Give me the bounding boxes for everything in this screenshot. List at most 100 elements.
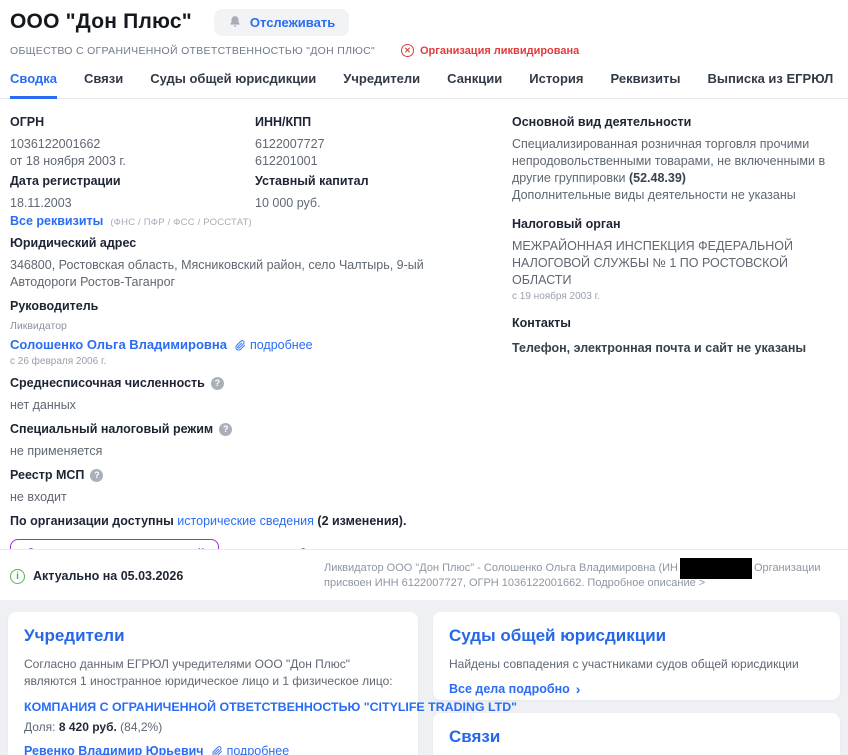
head-role: Ликвидатор — [10, 320, 504, 333]
legal-address-block: Юридический адрес 346800, Ростовская обл… — [10, 235, 504, 291]
tax-regime-label: Специальный налоговый режим — [10, 421, 213, 437]
reg-date-value: 18.11.2003 — [10, 195, 255, 212]
tax-regime-value: не применяется — [10, 443, 504, 460]
general-courts-card-title[interactable]: Суды общей юрисдикции — [449, 626, 824, 646]
tab-connections[interactable]: Связи — [84, 71, 123, 98]
msp-block: Реестр МСП ? не входит — [10, 467, 504, 506]
founders-card-title[interactable]: Учредители — [24, 626, 402, 646]
founder-person-link[interactable]: Ревенко Владимир Юрьевич — [24, 744, 204, 755]
org-full-name: ОБЩЕСТВО С ОГРАНИЧЕННОЙ ОТВЕТСТВЕННОСТЬЮ… — [10, 45, 375, 57]
tab-requisites[interactable]: Реквизиты — [611, 71, 681, 98]
status-badge-label: Организация ликвидирована — [420, 45, 579, 57]
cross-circle-icon: ✕ — [401, 44, 414, 57]
capital-block: Уставный капитал 10 000 руб. — [255, 173, 369, 228]
track-button-label: Отслеживать — [250, 15, 335, 30]
redaction-box — [680, 558, 752, 579]
ogrn-label: ОГРН — [10, 114, 255, 130]
founder-company-share: Доля: 8 420 руб. (84,2%) — [24, 720, 402, 734]
help-icon[interactable]: ? — [219, 423, 232, 436]
tax-regime-block: Специальный налоговый режим ? не применя… — [10, 421, 504, 460]
related-sections: Учредители Согласно данным ЕГРЮЛ учредит… — [0, 600, 848, 755]
legal-address-label: Юридический адрес — [10, 235, 504, 251]
tax-authority-label: Налоговый орган — [512, 216, 846, 232]
history-note: По организации доступны исторические све… — [10, 513, 504, 530]
ogrn-date: от 18 ноября 2003 г. — [10, 153, 255, 170]
share-value: 8 420 руб. — [59, 720, 117, 734]
kpp-value: 612201001 — [255, 153, 325, 170]
headcount-value: нет данных — [10, 397, 504, 414]
inn-kpp-block: ИНН/КПП 6122007727 612201001 — [255, 114, 325, 170]
all-requisites-link[interactable]: Все реквизиты — [10, 214, 103, 228]
tab-bar: Сводка Связи Суды общей юрисдикции Учред… — [0, 71, 848, 99]
help-icon[interactable]: ? — [90, 469, 103, 482]
page-title: ООО "Дон Плюс" — [10, 10, 192, 34]
main-activity-label: Основной вид деятельности — [512, 114, 846, 130]
share-label: Доля: — [24, 720, 56, 734]
tab-sanctions[interactable]: Санкции — [447, 71, 502, 98]
all-cases-label: Все дела подробно — [449, 682, 570, 696]
head-label: Руководитель — [10, 298, 504, 314]
tab-history[interactable]: История — [529, 71, 583, 98]
extra-activities-note: Дополнительные виды деятельности не указ… — [512, 187, 846, 204]
general-courts-card: Суды общей юрисдикции Найдены совпадения… — [433, 612, 840, 700]
tab-summary[interactable]: Сводка — [10, 71, 57, 99]
info-icon: i — [10, 569, 25, 584]
share-percent: (84,2%) — [120, 720, 162, 734]
bell-icon — [228, 15, 242, 29]
head-name-link[interactable]: Солошенко Ольга Владимировна — [10, 336, 227, 354]
history-note-prefix: По организации доступны — [10, 514, 174, 528]
all-cases-link[interactable]: Все дела подробно › — [449, 682, 580, 696]
head-more-link[interactable]: подробнее — [235, 336, 313, 354]
capital-label: Уставный капитал — [255, 173, 369, 189]
tax-authority-value: МЕЖРАЙОННАЯ ИНСПЕКЦИЯ ФЕДЕРАЛЬНОЙ НАЛОГО… — [512, 238, 846, 289]
founder-company-link[interactable]: КОМПАНИЯ С ОГРАНИЧЕННОЙ ОТВЕТСТВЕННОСТЬЮ… — [24, 700, 402, 714]
reg-date-label: Дата регистрации — [10, 173, 255, 189]
contacts-block: Контакты Телефон, электронная почта и са… — [512, 315, 846, 357]
main-activity-block: Основной вид деятельности Специализирова… — [512, 114, 846, 204]
ogrn-value: 1036122001662 — [10, 136, 255, 153]
contacts-label: Контакты — [512, 315, 846, 331]
history-note-suffix: (2 изменения). — [317, 514, 406, 528]
head-more-label: подробнее — [250, 336, 313, 354]
paperclip-icon — [212, 746, 223, 755]
tax-authority-since: с 19 ноября 2003 г. — [512, 291, 846, 303]
legal-address-value: 346800, Ростовская область, Мясниковский… — [10, 257, 490, 291]
actuality-date: Актуально на 05.03.2026 — [33, 569, 183, 583]
summary-content: ОГРН 1036122001662 от 18 ноября 2003 г. … — [0, 99, 848, 560]
arrow-right-icon: › — [576, 682, 581, 696]
founders-intro: Согласно данным ЕГРЮЛ учредителями ООО "… — [24, 656, 402, 690]
status-badge: ✕ Организация ликвидирована — [401, 44, 579, 57]
ogrn-block: ОГРН 1036122001662 от 18 ноября 2003 г. — [10, 114, 255, 170]
paperclip-icon — [235, 340, 246, 351]
tab-founders[interactable]: Учредители — [343, 71, 420, 98]
inn-value: 6122007727 — [255, 136, 325, 153]
help-icon[interactable]: ? — [211, 377, 224, 390]
okved-code: (52.48.39) — [629, 171, 686, 185]
head-since: с 26 февраля 2006 г. — [10, 356, 504, 368]
capital-value: 10 000 руб. — [255, 195, 369, 212]
actuality-desc-before: Ликвидатор ООО "Дон Плюс" - Солошенко Ол… — [324, 562, 678, 574]
actuality-strip: i Актуально на 05.03.2026 Ликвидатор ООО… — [0, 549, 848, 600]
tax-authority-block: Налоговый орган МЕЖРАЙОННАЯ ИНСПЕКЦИЯ ФЕ… — [512, 216, 846, 303]
founder-person-more-link[interactable]: подробнее — [212, 744, 290, 755]
head-block: Руководитель Ликвидатор Солошенко Ольга … — [10, 298, 504, 368]
history-link[interactable]: исторические сведения — [177, 514, 314, 528]
msp-value: не входит — [10, 489, 504, 506]
headcount-block: Среднесписочная численность ? нет данных — [10, 375, 504, 414]
company-profile-page: ООО "Дон Плюс" Отслеживать ОБЩЕСТВО С ОГ… — [0, 0, 848, 755]
tab-general-courts[interactable]: Суды общей юрисдикции — [150, 71, 316, 98]
founders-card: Учредители Согласно данным ЕГРЮЛ учредит… — [8, 612, 418, 755]
summary-right-column: Основной вид деятельности Специализирова… — [512, 114, 846, 560]
connections-card: Связи — [433, 713, 840, 755]
founder-person-more-label: подробнее — [227, 744, 290, 755]
connections-card-title[interactable]: Связи — [449, 727, 824, 747]
inn-kpp-label: ИНН/КПП — [255, 114, 325, 130]
summary-left-column: ОГРН 1036122001662 от 18 ноября 2003 г. … — [10, 114, 504, 560]
page-header: ООО "Дон Плюс" Отслеживать ОБЩЕСТВО С ОГ… — [0, 0, 848, 58]
msp-label: Реестр МСП — [10, 467, 84, 483]
tab-egrul-extract[interactable]: Выписка из ЕГРЮЛ — [708, 71, 834, 98]
actuality-description: Ликвидатор ООО "Дон Плюс" - Солошенко Ол… — [324, 561, 838, 591]
reg-date-block: Дата регистрации 18.11.2003 Все реквизит… — [10, 173, 255, 228]
track-button[interactable]: Отслеживать — [214, 9, 349, 36]
headcount-label: Среднесписочная численность — [10, 375, 205, 391]
